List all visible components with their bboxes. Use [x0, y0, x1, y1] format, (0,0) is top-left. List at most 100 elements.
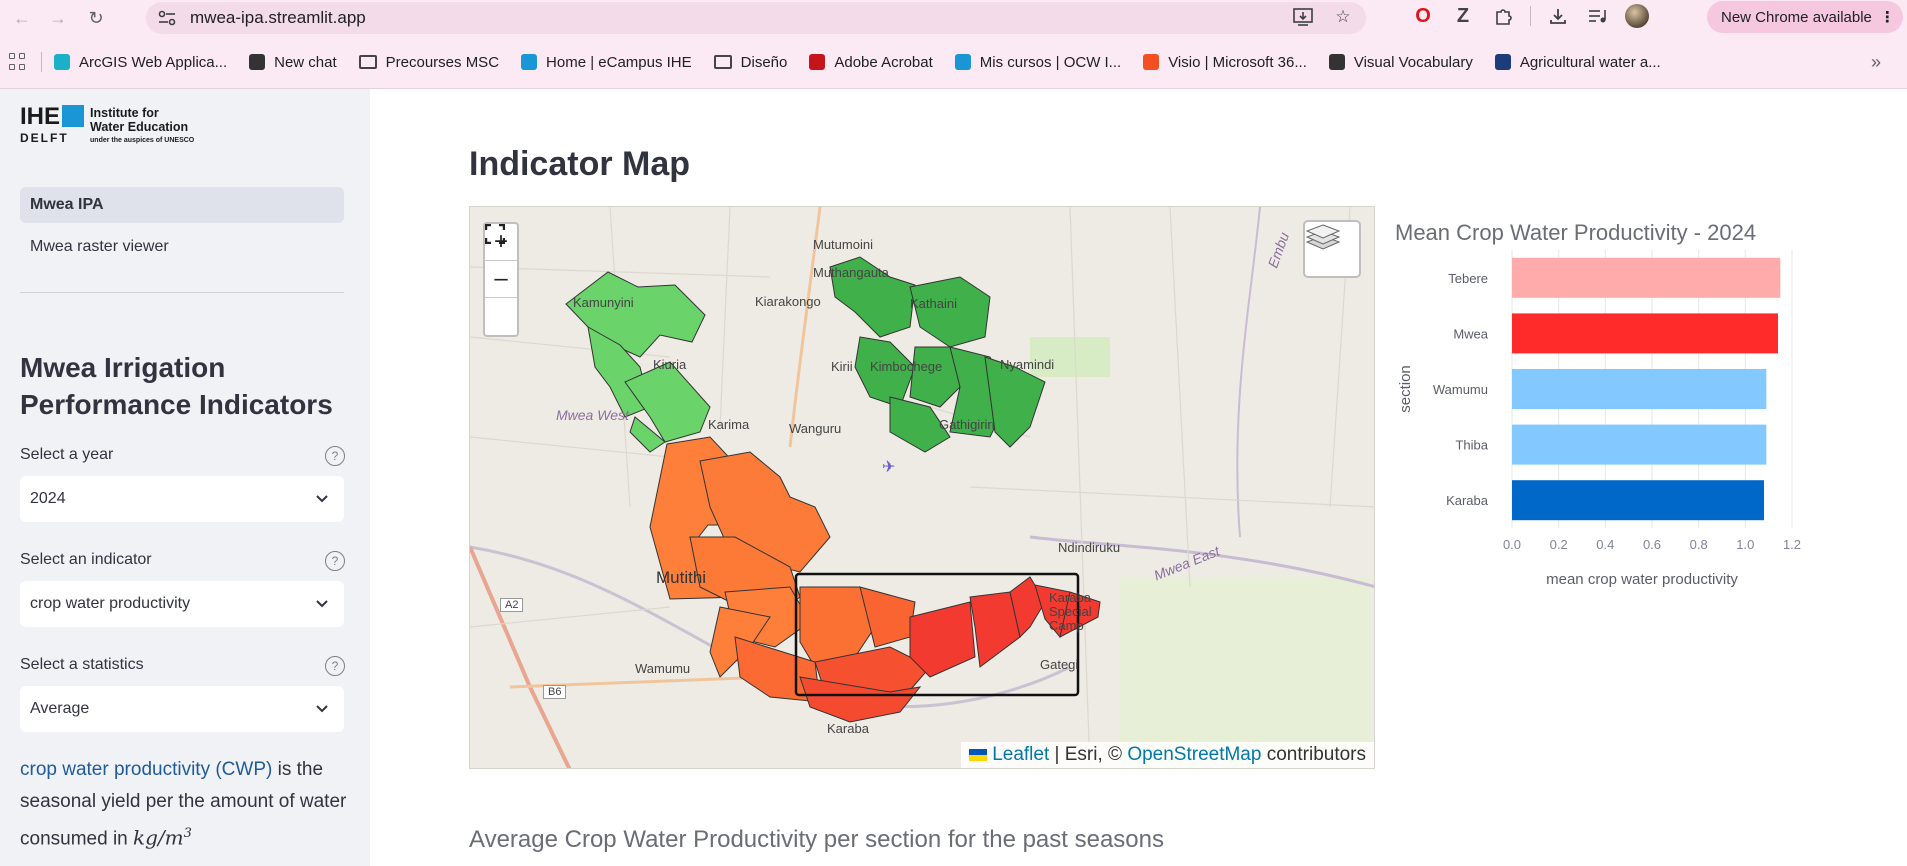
bookmark-label: ArcGIS Web Applica...	[79, 53, 228, 71]
bar-thiba	[1512, 424, 1767, 465]
indicator-select[interactable]: crop water productivity	[20, 581, 344, 627]
opera-vpn-icon[interactable]: O	[1410, 3, 1436, 29]
layers-button[interactable]	[1303, 220, 1361, 278]
bar-wamumu	[1512, 369, 1767, 409]
update-chrome-label: New Chrome available	[1721, 8, 1872, 26]
chevron-down-icon	[316, 705, 328, 713]
map-road-shield: A2	[500, 598, 524, 612]
section-polygon-kamunyini	[565, 271, 706, 358]
profile-avatar[interactable]	[1625, 4, 1649, 28]
map-label: Kamunyini	[573, 295, 634, 310]
zotero-icon[interactable]: Z	[1450, 3, 1476, 29]
bookmark-label: Agricultural water a...	[1519, 53, 1661, 71]
zoom-out-button[interactable]: –	[485, 261, 517, 298]
apps-grid-icon[interactable]	[9, 53, 27, 71]
extensions-puzzle-icon[interactable]	[1490, 3, 1516, 29]
x-tick-label: 0.4	[1596, 537, 1614, 552]
logo-line-2: Water Education	[90, 120, 189, 134]
globe-icon	[1328, 54, 1345, 70]
page-title: Indicator Map	[469, 145, 691, 183]
x-tick-label: 1.0	[1736, 537, 1754, 552]
bookmark-item[interactable]: Visio | Microsoft 36...	[1143, 54, 1307, 71]
url-text[interactable]: mwea-ipa.streamlit.app	[190, 8, 366, 28]
statistics-select[interactable]: Average	[20, 686, 344, 732]
layers-icon	[1305, 224, 1341, 250]
ihe-icon	[521, 54, 538, 70]
y-axis-title: section	[1397, 365, 1414, 413]
toolbar-separator	[1530, 6, 1531, 26]
back-arrow-icon[interactable]: ←	[8, 4, 36, 32]
attribution-esri: | Esri, ©	[1049, 744, 1128, 765]
bookmark-item[interactable]: Mis cursos | OCW I...	[954, 53, 1122, 71]
acrobat-icon	[809, 54, 826, 70]
reload-icon[interactable]: ↻	[82, 4, 110, 32]
update-chrome-button[interactable]: New Chrome available ⋮	[1707, 1, 1903, 33]
bookmark-label: Mis cursos | OCW I...	[979, 53, 1122, 71]
map-label: Nyamindi	[1000, 357, 1055, 372]
statistics-select-value: Average	[30, 700, 90, 717]
section-heading: Average Crop Water Productivity per sect…	[469, 826, 1165, 853]
media-control-icon[interactable]	[1585, 3, 1611, 29]
more-menu-icon: ⋮	[1879, 9, 1895, 26]
x-tick-label: 0.6	[1643, 537, 1661, 552]
bookmark-item[interactable]: Visual Vocabulary	[1328, 54, 1473, 71]
year-select[interactable]: 2024	[20, 476, 344, 522]
sidebar-divider	[20, 292, 344, 293]
map-label: Karaba	[827, 721, 869, 736]
indicator-description: crop water productivity (CWP) is the sea…	[20, 754, 360, 855]
airport-icon: ✈	[882, 457, 895, 476]
map-canvas: ✈	[470, 207, 1374, 768]
nav-item-raster-viewer[interactable]: Mwea raster viewer	[20, 229, 344, 265]
openai-icon	[249, 54, 266, 70]
map-label: Gategi	[1040, 657, 1079, 672]
bookmark-label: Visio | Microsoft 36...	[1168, 53, 1307, 71]
bookmark-item[interactable]: ArcGIS Web Applica...	[54, 54, 227, 71]
logo-line-3: under the auspices of UNESCO	[90, 137, 195, 144]
bookmark-item[interactable]: Diseño	[713, 54, 787, 71]
logo-ihe-text: IHE	[20, 103, 61, 130]
map-label: Kimbochege	[870, 359, 943, 374]
map-attribution: Leaflet | Esri, © OpenStreetMap contribu…	[960, 742, 1374, 768]
indicator-label: Select an indicator	[20, 551, 152, 568]
bar-mwea	[1512, 313, 1778, 354]
year-help-icon[interactable]: ?	[325, 446, 345, 466]
leaflet-link[interactable]: Leaflet	[992, 744, 1049, 765]
y-tick-label: Thiba	[1455, 438, 1488, 453]
bookmark-star-icon[interactable]: ☆	[1332, 6, 1354, 28]
map-label: Mwea West	[556, 407, 629, 423]
microsoft-icon	[1143, 54, 1160, 70]
indicator-help-icon[interactable]: ?	[325, 551, 345, 571]
bookmark-label: Adobe Acrobat	[834, 53, 933, 71]
nav-item-mwea-ipa[interactable]: Mwea IPA	[20, 187, 344, 223]
y-tick-label: Wamumu	[1433, 382, 1488, 397]
bookmark-label: Home | eCampus IHE	[546, 53, 692, 71]
year-label: Select a year	[20, 446, 114, 463]
bookmark-item[interactable]: Home | eCampus IHE	[521, 54, 692, 71]
statistics-help-icon[interactable]: ?	[325, 656, 345, 676]
bookmarks-bar: ArcGIS Web Applica... New chat Precourses …	[0, 44, 1907, 80]
forward-arrow-icon[interactable]: →	[44, 4, 72, 32]
cwp-link[interactable]: crop water productivity (CWP)	[20, 759, 272, 780]
bookmarks-divider	[41, 52, 42, 72]
bookmarks-overflow-icon[interactable]: »	[1871, 52, 1881, 73]
map-label: Wamumu	[635, 661, 691, 676]
site-settings-icon[interactable]	[156, 7, 178, 29]
bookmark-item[interactable]: Precourses MSC	[358, 53, 500, 71]
chevron-down-icon	[316, 600, 328, 608]
install-app-icon[interactable]	[1292, 6, 1314, 28]
bookmark-item[interactable]: Agricultural water a...	[1494, 53, 1661, 71]
chart-title: Mean Crop Water Productivity - 2024	[1395, 220, 1757, 245]
indicator-map[interactable]: ✈ Mutumoini Muthangauta Kiarakongo Kamun…	[469, 206, 1375, 769]
bookmark-label: New chat	[274, 53, 337, 71]
basemap-river	[1236, 207, 1261, 538]
bookmark-label: Precourses MSC	[385, 53, 500, 71]
address-bar[interactable]: mwea-ipa.streamlit.app ☆	[146, 2, 1366, 34]
bookmark-item[interactable]: New chat	[249, 54, 337, 71]
osm-link[interactable]: OpenStreetMap	[1127, 744, 1261, 765]
fullscreen-button[interactable]	[485, 224, 517, 335]
y-tick-label: Tebere	[1448, 271, 1488, 286]
x-axis-title: mean crop water productivity	[1546, 571, 1738, 588]
bookmark-item[interactable]: Adobe Acrobat	[809, 53, 933, 71]
downloads-icon[interactable]	[1545, 3, 1571, 29]
ihe-delft-logo: IHE DELFT Institute for Water Education …	[20, 103, 195, 146]
